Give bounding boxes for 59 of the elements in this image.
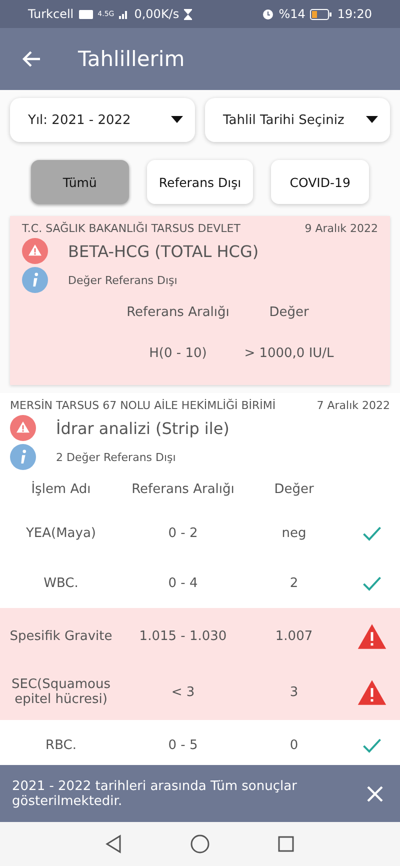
table-cell: 1.015 - 1.030 bbox=[139, 628, 227, 644]
table-cell: 1.007 bbox=[275, 628, 313, 644]
back-nav-button[interactable] bbox=[104, 834, 124, 854]
network-speed: 0,00K/s bbox=[134, 7, 180, 21]
table-cell: neg bbox=[282, 526, 306, 540]
result-card[interactable]: T.C. SAĞLIK BAKANLIĞI TARSUS DEVLET 9 Aralık 2022 BETA-HCG (TOTAL HCG) Değer Referans Dışı Referans Aralığı Değer H(0 - 10) > 1000,0 IU/L bbox=[10, 216, 390, 385]
test-name: İdrar analizi (Strip ile) bbox=[56, 418, 230, 438]
table-cell: H(0 - 10) bbox=[149, 346, 207, 360]
table-cell: Spesifik Gravite bbox=[10, 628, 112, 644]
filter-dropdown[interactable]: Yıl: 2021 - 2022 bbox=[10, 98, 195, 142]
test-name: BETA-HCG (TOTAL HCG) bbox=[68, 242, 259, 260]
institution-name: MERSİN TARSUS 67 NOLU AİLE HEKİMLİĞİ BİRİMİ bbox=[10, 399, 276, 412]
caret-icon bbox=[366, 116, 378, 124]
hourglass-icon bbox=[184, 8, 192, 20]
table-cell: 2 bbox=[290, 576, 298, 590]
clock-time: 19:20 bbox=[337, 7, 372, 21]
volte-icon bbox=[78, 10, 93, 18]
caret-icon bbox=[171, 116, 183, 124]
table-cell-text: SEC(Squamous epitel hücresi) bbox=[10, 677, 112, 707]
filter-chip[interactable]: Tümü bbox=[30, 160, 129, 204]
table-cell: 0 bbox=[290, 738, 298, 752]
info-icon bbox=[22, 267, 48, 293]
column-header: Değer bbox=[274, 482, 314, 496]
column-header: Değer bbox=[269, 304, 309, 320]
recents-nav-button[interactable] bbox=[276, 834, 296, 854]
info-icon bbox=[10, 444, 36, 470]
table-cell: > 1000,0 IU/L bbox=[244, 346, 334, 360]
result-note: 2 Değer Referans Dışı bbox=[56, 450, 176, 464]
warning-icon bbox=[357, 678, 387, 706]
column-header: Referans Aralığı bbox=[132, 482, 234, 496]
table-cell: WBC. bbox=[44, 576, 78, 590]
battery-percent: %14 bbox=[278, 7, 306, 21]
carrier-name: Turkcell bbox=[28, 7, 74, 21]
table-cell: < 3 bbox=[171, 684, 195, 700]
institution-name: T.C. SAĞLIK BAKANLIĞI TARSUS DEVLET bbox=[22, 222, 240, 235]
table-cell: RBC. bbox=[46, 738, 76, 752]
warning-icon bbox=[357, 622, 387, 650]
signal-icon bbox=[119, 9, 130, 19]
table-cell: 3 bbox=[290, 684, 298, 700]
snackbar-message: 2021 - 2022 tarihleri arasında Tüm sonuçlar gösterilmektedir. bbox=[12, 778, 298, 808]
column-header: İşlem Adı bbox=[31, 482, 91, 496]
home-nav-button[interactable] bbox=[190, 834, 210, 854]
filter-chip[interactable]: Referans Dışı bbox=[146, 160, 254, 204]
result-card[interactable] bbox=[0, 393, 400, 765]
warning-icon bbox=[22, 238, 48, 264]
result-date: 7 Aralık 2022 bbox=[316, 399, 390, 412]
result-date: 9 Aralık 2022 bbox=[304, 222, 378, 235]
table-cell: 0 - 2 bbox=[168, 526, 198, 540]
filter-chip[interactable]: COVID-19 bbox=[271, 160, 370, 204]
filter-dropdown[interactable]: Tahlil Tarihi Seçiniz bbox=[205, 98, 390, 142]
battery-icon bbox=[310, 8, 332, 20]
page-title: Tahlillerim bbox=[78, 47, 185, 71]
column-header: Referans Aralığı bbox=[126, 304, 230, 320]
table-cell: 0 - 4 bbox=[168, 576, 198, 590]
alarm-icon bbox=[262, 8, 274, 20]
result-note: Değer Referans Dışı bbox=[68, 274, 178, 286]
warning-icon bbox=[10, 415, 36, 441]
table-cell: 0 - 5 bbox=[168, 738, 198, 752]
table-cell: YEA(Maya) bbox=[26, 526, 96, 540]
